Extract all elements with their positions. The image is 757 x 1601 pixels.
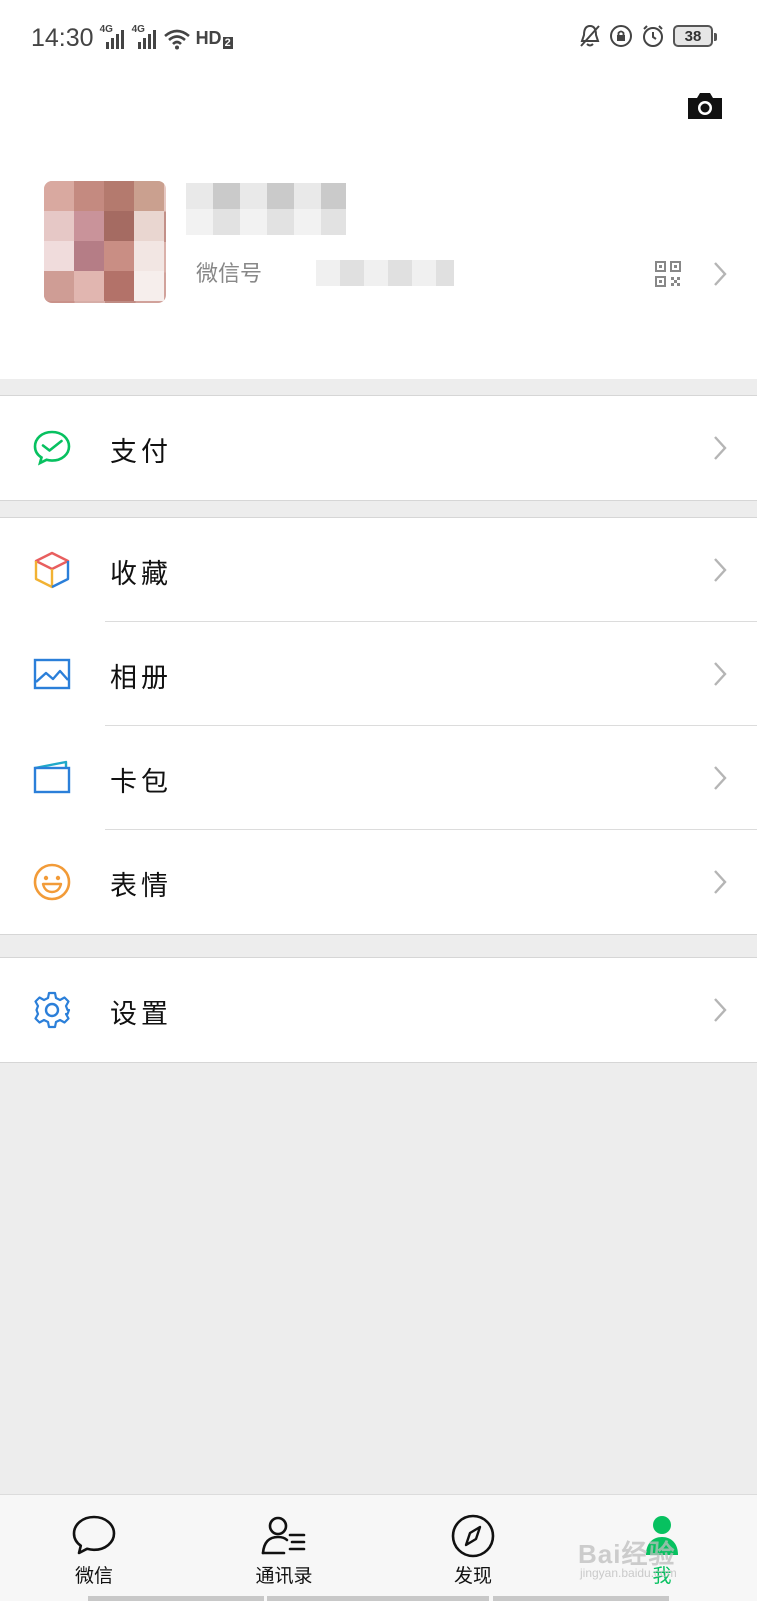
chevron-right-icon — [714, 262, 727, 286]
chevron-right-icon — [714, 558, 727, 582]
compass-icon — [451, 1514, 495, 1558]
rotation-lock-icon — [610, 25, 632, 47]
chevron-right-icon — [714, 662, 727, 686]
menu-item-album[interactable]: 相册 — [0, 622, 757, 726]
qr-code-icon[interactable] — [655, 261, 681, 287]
home-indicator — [493, 1596, 669, 1601]
tab-contacts[interactable]: 通讯录 — [224, 1495, 344, 1601]
tab-label: 微信 — [74, 1565, 113, 1587]
menu-group-pay: 支付 — [0, 395, 757, 501]
alarm-icon — [643, 25, 663, 47]
home-indicator — [88, 1596, 264, 1601]
status-left: 14:30 4G 4G HD 2 — [31, 24, 233, 53]
chat-bubble-icon — [72, 1515, 116, 1555]
menu-item-label: 设置 — [110, 999, 172, 1030]
chevron-right-icon — [714, 998, 727, 1022]
camera-icon[interactable] — [685, 86, 725, 126]
menu-item-pay[interactable]: 支付 — [0, 396, 757, 500]
wechat-pay-icon — [33, 430, 71, 466]
album-picture-icon — [33, 658, 71, 690]
status-right: 38 — [579, 24, 717, 48]
wechat-id-label: 微信号 — [196, 262, 263, 287]
chevron-right-icon — [714, 870, 727, 894]
menu-item-label: 卡包 — [110, 767, 172, 798]
bell-off-icon — [580, 24, 600, 47]
contacts-icon — [261, 1516, 306, 1555]
menu-group-settings: 设置 — [0, 957, 757, 1063]
card-wallet-icon — [33, 760, 71, 794]
menu-item-label: 表情 — [110, 871, 172, 902]
chevron-right-icon — [714, 436, 727, 460]
hd-indicator: HD 2 — [196, 28, 233, 49]
battery-level: 38 — [684, 27, 702, 45]
smiley-icon — [33, 863, 71, 901]
favorites-cube-icon — [34, 551, 70, 589]
menu-item-stickers[interactable]: 表情 — [0, 830, 757, 934]
hd-label: HD — [195, 28, 222, 48]
wechat-id-blurred — [316, 260, 454, 286]
profile-section[interactable]: 微信号 — [0, 80, 757, 379]
signal-1: 4G — [100, 24, 126, 50]
clock: 14:30 — [31, 24, 94, 52]
hd-sub: 2 — [222, 37, 233, 49]
menu-item-label: 支付 — [110, 437, 172, 468]
menu-item-cards[interactable]: 卡包 — [0, 726, 757, 830]
tab-chats[interactable]: 微信 — [34, 1495, 154, 1601]
signal-bars-icon — [137, 29, 156, 49]
menu-item-favorites[interactable]: 收藏 — [0, 518, 757, 622]
chevron-right-icon — [714, 766, 727, 790]
signal-bars-icon — [105, 29, 124, 49]
menu-item-settings[interactable]: 设置 — [0, 958, 757, 1062]
watermark-sub: jingyan.baidu.com — [580, 1566, 677, 1580]
tab-discover[interactable]: 发现 — [413, 1495, 533, 1601]
status-bar: 14:30 4G 4G HD 2 38 — [0, 0, 757, 80]
menu-group-personal: 收藏 相册 卡包 表情 — [0, 517, 757, 935]
battery-indicator: 38 — [673, 25, 717, 47]
tab-label: 发现 — [453, 1565, 492, 1587]
avatar[interactable] — [44, 181, 166, 303]
menu-item-label: 相册 — [110, 663, 172, 694]
menu-item-label: 收藏 — [110, 559, 172, 590]
signal-2: 4G — [132, 24, 158, 50]
wifi-icon — [163, 29, 190, 49]
home-indicator — [267, 1596, 489, 1601]
tab-label: 通讯录 — [255, 1565, 313, 1587]
gear-icon — [34, 991, 71, 1029]
nickname-blurred — [186, 183, 346, 235]
